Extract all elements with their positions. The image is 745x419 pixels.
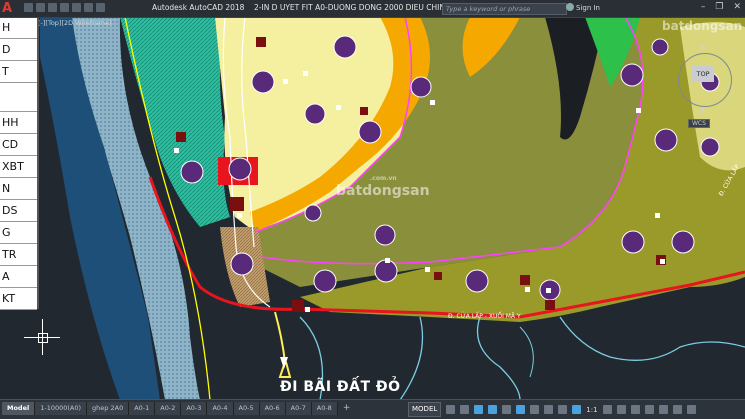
compass-north[interactable]: N: [700, 44, 705, 52]
otrack-icon[interactable]: [530, 405, 540, 414]
annotation-scale[interactable]: 1:1: [586, 406, 597, 414]
sign-in-label: Sign In: [576, 4, 600, 12]
save-icon[interactable]: [48, 3, 57, 12]
tab-layout[interactable]: A0-1: [129, 402, 156, 415]
tab-layout[interactable]: A0-2: [155, 402, 182, 415]
direction-road: [274, 311, 292, 378]
undo-icon[interactable]: [84, 3, 93, 12]
palette-item[interactable]: TR: [0, 244, 37, 266]
tab-layout[interactable]: A0-3: [181, 402, 208, 415]
user-icon: [566, 3, 574, 11]
palette-item[interactable]: DS: [0, 200, 37, 222]
palette-item[interactable]: KT: [0, 288, 37, 310]
cursor-crosshair-icon: [24, 319, 60, 355]
compass-south[interactable]: S: [700, 107, 704, 115]
grid-icon[interactable]: [446, 405, 456, 414]
gear-icon[interactable]: [602, 405, 612, 414]
maximize-button[interactable]: ❐: [715, 2, 723, 12]
transparency-icon[interactable]: [558, 405, 568, 414]
open-icon[interactable]: [36, 3, 45, 12]
tab-layout[interactable]: 1-10000(A0): [35, 402, 88, 415]
isolate-icon[interactable]: [644, 405, 654, 414]
polar-icon[interactable]: [488, 405, 498, 414]
tab-layout[interactable]: A0-8: [311, 402, 338, 415]
tab-layout[interactable]: A0-7: [285, 402, 312, 415]
autocad-logo-icon[interactable]: A: [2, 1, 20, 16]
watermark-center: batdongsan: [336, 183, 430, 199]
clean-screen-icon[interactable]: [672, 405, 682, 414]
save-as-icon[interactable]: [60, 3, 69, 12]
layer-palette: H D T HH CD XBT N DS G TR A KT: [0, 17, 39, 310]
palette-item[interactable]: H: [0, 17, 37, 39]
wcs-menu[interactable]: WCS: [688, 119, 710, 128]
lineweight-icon[interactable]: [544, 405, 554, 414]
road-label-south: Đ. CỬA LẤP - XUỐI MÃ Y: [448, 313, 521, 320]
title-bar: A Autodesk AutoCAD 2018 2-IN D UYET FIT …: [0, 0, 745, 18]
new-icon[interactable]: [24, 3, 33, 12]
workspace-icon[interactable]: [630, 405, 640, 414]
tab-layout[interactable]: A0-4: [207, 402, 234, 415]
window-controls: – ❐ ✕: [701, 2, 741, 12]
plus-icon[interactable]: [616, 405, 626, 414]
palette-blank: [0, 83, 37, 112]
osnap-icon[interactable]: [516, 405, 526, 414]
site-plan-drawing: [40, 17, 745, 400]
palette-item[interactable]: CD: [0, 134, 37, 156]
model-space-button[interactable]: MODEL: [408, 402, 442, 417]
redo-icon[interactable]: [96, 3, 105, 12]
add-layout-button[interactable]: +: [338, 402, 356, 415]
palette-item[interactable]: D: [0, 39, 37, 61]
annotation-icon[interactable]: [572, 405, 582, 414]
tab-model[interactable]: Model: [2, 402, 36, 415]
direction-label: ĐI BÃI ĐẤT ĐỎ: [280, 379, 401, 395]
palette-item[interactable]: HH: [0, 112, 37, 134]
minimize-button[interactable]: –: [701, 2, 706, 12]
viewcube[interactable]: N TOP S WCS: [676, 44, 734, 128]
print-icon[interactable]: [72, 3, 81, 12]
tab-layout[interactable]: A0-5: [233, 402, 260, 415]
palette-item[interactable]: A: [0, 266, 37, 288]
layout-tabs: Model 1-10000(A0) ghep 2A0 A0-1 A0-2 A0-…: [2, 402, 355, 415]
watermark-top: batdongsan: [662, 19, 743, 33]
app-name: Autodesk AutoCAD 2018: [152, 3, 245, 12]
palette-item[interactable]: G: [0, 222, 37, 244]
status-toggles: MODEL 1:1: [408, 402, 696, 417]
close-button[interactable]: ✕: [733, 2, 741, 12]
palette-item[interactable]: XBT: [0, 156, 37, 178]
watermark-domain: .com.vn: [370, 175, 397, 182]
tab-layout[interactable]: A0-6: [259, 402, 286, 415]
palette-item[interactable]: N: [0, 178, 37, 200]
isodraft-icon[interactable]: [502, 405, 512, 414]
sign-in-button[interactable]: Sign In: [566, 3, 600, 12]
quick-access-toolbar: [24, 3, 105, 14]
hardware-acceleration-icon[interactable]: [658, 405, 668, 414]
search-input[interactable]: Type a keyword or phrase: [442, 3, 567, 15]
viewcube-top-face[interactable]: TOP: [692, 66, 714, 82]
customize-menu-icon[interactable]: [686, 405, 696, 414]
status-bar: Model 1-10000(A0) ghep 2A0 A0-1 A0-2 A0-…: [0, 399, 745, 419]
palette-item[interactable]: T: [0, 61, 37, 83]
snap-icon[interactable]: [460, 405, 470, 414]
ortho-icon[interactable]: [474, 405, 484, 414]
tab-layout[interactable]: ghep 2A0: [87, 402, 130, 415]
drawing-canvas[interactable]: H D T HH CD XBT N DS G TR A KT [-][Top][…: [0, 17, 745, 400]
viewport-controls-label[interactable]: [-][Top][2D Wireframe]: [38, 19, 112, 27]
